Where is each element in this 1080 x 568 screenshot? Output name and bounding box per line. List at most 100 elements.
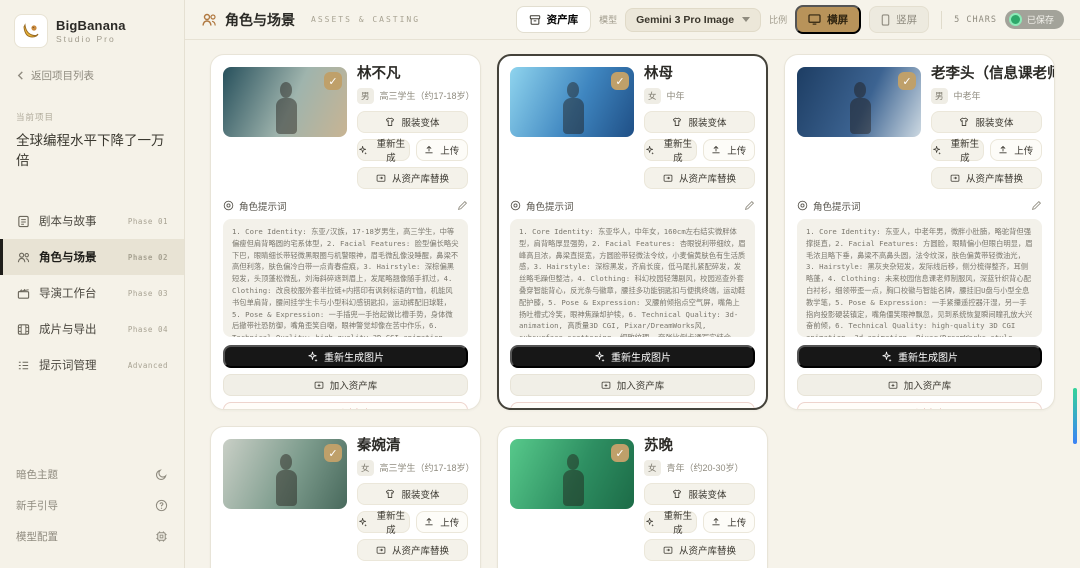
add-to-library-button[interactable]: 加入资产库 — [797, 373, 1042, 396]
replace-from-library-button[interactable]: 从资产库替换 — [931, 166, 1042, 189]
add-to-library-label: 加入资产库 — [903, 380, 952, 392]
regenerate-button[interactable]: 重新生成 — [357, 138, 410, 164]
sidebar-item-label: 角色与场景 — [39, 252, 97, 264]
status-label: 已保存 — [1026, 15, 1054, 25]
regenerate-image-label: 重新生成图片 — [898, 352, 958, 364]
outfit-variant-label: 服装变体 — [401, 489, 440, 501]
outfit-variant-button[interactable]: 服装变体 — [357, 110, 468, 133]
regenerate-image-label: 重新生成图片 — [611, 352, 671, 364]
model-config[interactable]: 模型配置 — [16, 521, 168, 552]
portrait-button[interactable]: 竖屏 — [869, 6, 930, 33]
upload-button[interactable]: 上传 — [415, 138, 468, 161]
prompt-section-label: 角色提示词 — [223, 199, 287, 213]
sidebar-nav: 剧本与故事 Phase 01 角色与场景 Phase 02 导演工作台 Phas… — [0, 203, 184, 383]
page-header: 角色与场景 ASSETS & CASTING 资产库 模型 Gemini 3 P… — [185, 0, 1080, 40]
model-select[interactable]: Gemini 3 Pro Image — [625, 7, 762, 32]
back-label: 返回项目列表 — [31, 70, 94, 82]
check-badge-icon[interactable]: ✓ — [611, 72, 629, 90]
sidebar-item-prompts[interactable]: 提示词管理 Advanced — [0, 347, 184, 383]
character-image[interactable]: ✓ — [797, 67, 921, 137]
outfit-variant-button[interactable]: 服装变体 — [644, 482, 755, 505]
prompt-icon — [510, 201, 521, 211]
upload-button[interactable]: 上传 — [702, 138, 755, 161]
prompt-textarea[interactable]: 1. Core Identity: 东亚人，中老年男，微胖小肚腩，略驼背但强撑挺… — [797, 218, 1042, 337]
add-to-library-button[interactable]: 加入资产库 — [510, 373, 755, 396]
divider — [941, 10, 943, 29]
outfit-variant-button[interactable]: 服装变体 — [644, 110, 755, 133]
character-image[interactable]: ✓ — [223, 67, 347, 137]
folder-swap-icon — [663, 174, 673, 182]
delete-character-button[interactable]: 删除角色 — [797, 401, 1042, 409]
edit-prompt-icon[interactable] — [457, 200, 468, 211]
prompt-label-text: 角色提示词 — [526, 201, 574, 213]
asset-library-button[interactable]: 资产库 — [515, 6, 592, 33]
folder-plus-icon — [314, 381, 324, 389]
characters-icon — [16, 250, 30, 264]
regenerate-label: 重新生成 — [376, 510, 406, 536]
sparkles-icon — [933, 145, 941, 155]
folder-swap-icon — [950, 174, 960, 182]
director-icon — [16, 286, 30, 300]
folder-swap-icon — [376, 546, 386, 554]
onboarding-guide[interactable]: 新手引导 — [16, 490, 168, 521]
phase-badge: Phase 01 — [127, 216, 168, 226]
replace-from-library-button[interactable]: 从资产库替换 — [357, 538, 468, 561]
regenerate-button[interactable]: 重新生成 — [931, 138, 984, 164]
shirt-icon — [386, 489, 395, 498]
check-badge-icon[interactable]: ✓ — [611, 444, 629, 462]
check-badge-icon[interactable]: ✓ — [898, 72, 916, 90]
outfit-variant-button[interactable]: 服装变体 — [931, 110, 1042, 133]
regenerate-button[interactable]: 重新生成 — [644, 510, 697, 536]
character-figure — [560, 454, 587, 506]
upload-button[interactable]: 上传 — [702, 510, 755, 533]
model-config-label: 模型配置 — [16, 531, 58, 543]
sidebar-item-export[interactable]: 成片与导出 Phase 04 — [0, 311, 184, 347]
page-subtitle: ASSETS & CASTING — [311, 15, 421, 24]
save-status-pill[interactable]: 已保存 — [1004, 10, 1064, 29]
replace-from-library-button[interactable]: 从资产库替换 — [644, 538, 755, 561]
phase-badge: Phase 02 — [127, 252, 168, 262]
age-label: 高三学生（约17-18岁） — [379, 91, 475, 102]
check-badge-icon[interactable]: ✓ — [324, 72, 342, 90]
delete-character-button[interactable]: 删除角色 — [223, 401, 468, 409]
check-badge-icon[interactable]: ✓ — [324, 444, 342, 462]
chip-icon — [155, 530, 168, 543]
character-image[interactable]: ✓ — [510, 439, 634, 509]
regenerate-image-button[interactable]: 重新生成图片 — [223, 344, 468, 368]
sidebar-item-script[interactable]: 剧本与故事 Phase 01 — [0, 203, 184, 239]
film-icon — [16, 322, 30, 336]
upload-label: 上传 — [1014, 145, 1034, 157]
sidebar-item-director[interactable]: 导演工作台 Phase 03 — [0, 275, 184, 311]
add-to-library-button[interactable]: 加入资产库 — [223, 373, 468, 396]
current-project-label: 当前项目 — [16, 112, 55, 122]
replace-from-library-button[interactable]: 从资产库替换 — [357, 166, 468, 189]
replace-from-library-button[interactable]: 从资产库替换 — [644, 166, 755, 189]
help-icon — [155, 499, 168, 512]
regenerate-button[interactable]: 重新生成 — [644, 138, 697, 164]
character-image[interactable]: ✓ — [510, 67, 634, 137]
folder-plus-icon — [601, 381, 611, 389]
outfit-variant-button[interactable]: 服装变体 — [357, 482, 468, 505]
character-image[interactable]: ✓ — [223, 439, 347, 509]
scrollbar-thumb[interactable] — [1073, 388, 1077, 444]
edit-prompt-icon[interactable] — [744, 200, 755, 211]
folder-swap-icon — [376, 174, 386, 182]
character-card: ✓ 苏晚 女 青年（约20-30岁） 服装变体 重新生成 上传 从资产库替换 — [497, 426, 768, 568]
sidebar-item-characters[interactable]: 角色与场景 Phase 02 — [0, 239, 184, 275]
regenerate-image-button[interactable]: 重新生成图片 — [510, 344, 755, 368]
outfit-variant-label: 服装变体 — [688, 489, 727, 501]
prompt-textarea[interactable]: 1. Core Identity: 东亚华人，中年女，160cm左右结实微胖体型… — [510, 218, 755, 337]
regenerate-image-button[interactable]: 重新生成图片 — [797, 344, 1042, 368]
back-to-projects[interactable]: 返回项目列表 — [0, 58, 184, 93]
gender-badge: 女 — [357, 459, 374, 476]
dark-theme-toggle[interactable]: 暗色主题 — [16, 459, 168, 490]
prompt-textarea[interactable]: 1. Core Identity: 东亚/汉族，17-18岁男生，高三学生，中等… — [223, 218, 468, 337]
landscape-button[interactable]: 横屏 — [795, 5, 862, 34]
landscape-label: 横屏 — [827, 14, 849, 26]
regenerate-button[interactable]: 重新生成 — [357, 510, 410, 536]
character-card: ✓ 林不凡 男 高三学生（约17-18岁） +1 服装变体 — [210, 54, 481, 410]
upload-button[interactable]: 上传 — [415, 510, 468, 533]
upload-button[interactable]: 上传 — [989, 138, 1042, 161]
edit-prompt-icon[interactable] — [1031, 200, 1042, 211]
delete-character-button[interactable]: 删除角色 — [510, 401, 755, 408]
